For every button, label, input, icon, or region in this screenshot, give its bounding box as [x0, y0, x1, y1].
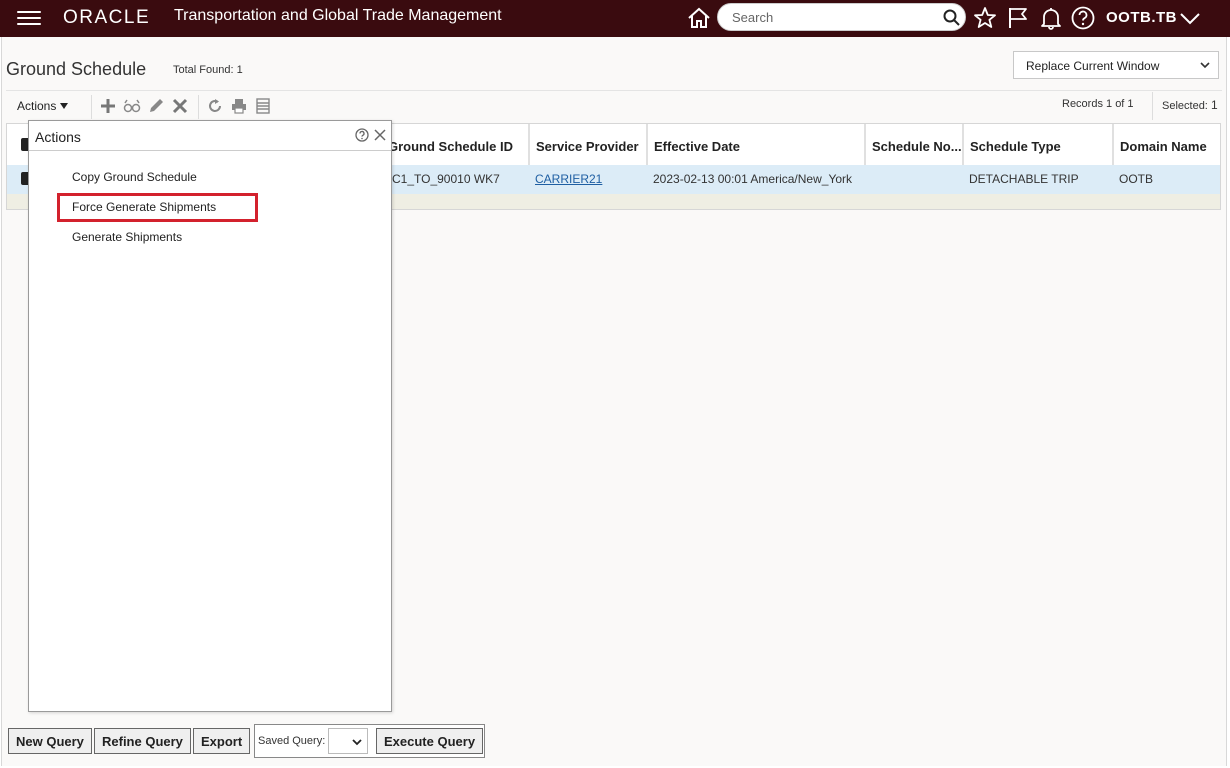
app-title: Transportation and Global Trade Manageme…	[174, 7, 502, 24]
column-header-effective-date[interactable]: Effective Date	[647, 124, 865, 165]
help-icon[interactable]	[355, 128, 369, 142]
top-bar: ORACLE Transportation and Global Trade M…	[0, 0, 1230, 37]
cell-effective-date: 2023-02-13 00:01 America/New_York	[653, 172, 853, 186]
popup-header: Actions	[29, 121, 391, 151]
saved-query-label: Saved Query:	[258, 735, 326, 747]
selected-value: 1	[1210, 98, 1218, 112]
page-title: Ground Schedule	[6, 59, 147, 79]
chevron-down-icon	[1200, 62, 1210, 69]
flag-icon[interactable]	[1005, 5, 1031, 31]
records-count: Records 1 of 1	[1062, 98, 1134, 110]
edit-icon[interactable]	[147, 97, 165, 115]
execute-query-button[interactable]: Execute Query	[376, 728, 484, 754]
popup-title: Actions	[35, 129, 81, 145]
column-header-domain-name[interactable]: Domain Name	[1113, 124, 1220, 165]
column-header-service-provider[interactable]: Service Provider	[529, 124, 647, 165]
window-mode-value: Replace Current Window	[1026, 59, 1160, 73]
toolbar-divider	[91, 95, 92, 119]
new-query-button[interactable]: New Query	[8, 728, 92, 754]
chevron-down-icon[interactable]	[1177, 5, 1203, 31]
selected-label: Selected:	[1162, 100, 1208, 112]
actions-label: Actions	[17, 99, 57, 113]
chevron-down-icon	[352, 739, 362, 746]
oracle-logo: ORACLE	[63, 7, 151, 28]
refresh-icon[interactable]	[206, 97, 224, 115]
print-icon[interactable]	[230, 97, 248, 115]
menu-icon[interactable]	[17, 10, 41, 27]
saved-query-select[interactable]	[328, 728, 368, 754]
toolbar-divider	[1152, 92, 1153, 120]
help-icon[interactable]	[1070, 5, 1096, 31]
actions-popup: Actions Copy Ground Schedule Force Gener…	[28, 120, 392, 712]
window-mode-select[interactable]: Replace Current Window	[1013, 51, 1219, 79]
close-icon[interactable]	[373, 128, 387, 142]
menu-item-copy-ground-schedule[interactable]: Copy Ground Schedule	[72, 170, 197, 184]
search-box	[717, 3, 966, 31]
column-header-schedule-type[interactable]: Schedule Type	[963, 124, 1113, 165]
cell-service-provider: CARRIER21	[535, 172, 602, 186]
menu-item-generate-shipments[interactable]: Generate Shipments	[72, 230, 182, 244]
search-icon[interactable]	[942, 8, 961, 27]
caret-down-icon	[60, 103, 69, 109]
search-input[interactable]	[732, 8, 932, 27]
export-button[interactable]: Export	[193, 728, 251, 754]
service-provider-link[interactable]: CARRIER21	[535, 172, 602, 186]
home-icon[interactable]	[686, 5, 712, 31]
delete-icon[interactable]	[171, 97, 189, 115]
add-icon[interactable]	[99, 97, 117, 115]
actions-button[interactable]: Actions	[17, 99, 69, 113]
bell-icon[interactable]	[1038, 5, 1064, 31]
star-icon[interactable]	[972, 5, 998, 31]
cell-schedule-type: DETACHABLE TRIP	[969, 172, 1079, 186]
view-icon[interactable]	[123, 97, 141, 115]
cell-ground-schedule-id: C1_TO_90010 WK7	[392, 172, 500, 186]
list-view-icon[interactable]	[254, 97, 272, 115]
toolbar-divider	[198, 95, 199, 119]
user-name[interactable]: OOTB.TB	[1106, 9, 1177, 26]
selected-count: Selected: 1	[1162, 98, 1218, 112]
column-header-ground-schedule-id[interactable]: Ground Schedule ID	[382, 124, 529, 165]
menu-item-force-generate-shipments[interactable]: Force Generate Shipments	[72, 200, 216, 214]
cell-domain-name: OOTB	[1119, 172, 1154, 186]
refine-query-button[interactable]: Refine Query	[94, 728, 191, 754]
total-found: Total Found: 1	[173, 64, 243, 76]
column-header-schedule-no[interactable]: Schedule No...	[865, 124, 963, 165]
results-toolbar: Actions	[6, 90, 1222, 121]
